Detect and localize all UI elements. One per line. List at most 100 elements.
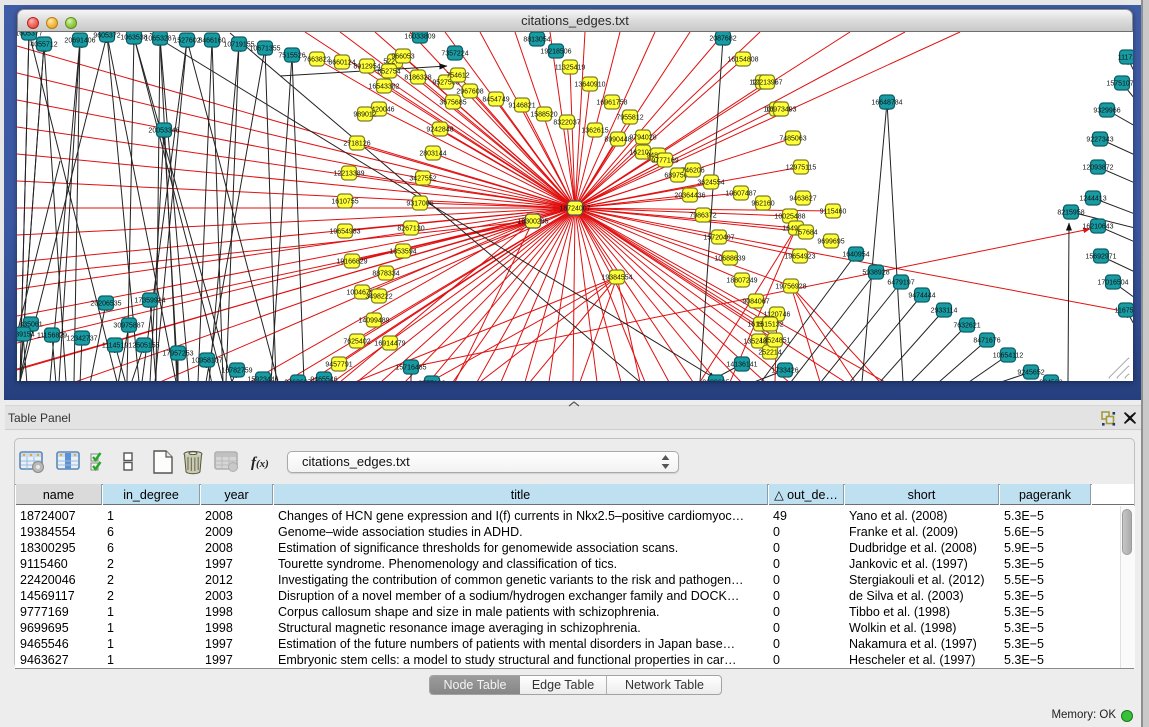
svg-text:7986372: 7986372 (689, 213, 716, 220)
svg-text:962160: 962160 (751, 201, 774, 208)
svg-text:9115460: 9115460 (820, 209, 847, 216)
svg-text:10025488: 10025488 (774, 214, 805, 221)
svg-text:1610755: 1610755 (331, 199, 358, 206)
svg-text:1733426: 1733426 (771, 368, 798, 375)
svg-text:10671355: 10671355 (249, 46, 280, 53)
svg-text:2933114: 2933114 (931, 308, 958, 315)
svg-text:1244413: 1244413 (1079, 196, 1106, 203)
svg-text:20206535: 20206535 (90, 301, 121, 308)
svg-text:16210643: 16210643 (1082, 224, 1113, 231)
svg-text:10654112: 10654112 (993, 353, 1024, 360)
svg-text:19654923: 19654923 (784, 254, 815, 261)
svg-text:2803144: 2803144 (419, 151, 446, 158)
svg-text:9777169: 9777169 (418, 381, 445, 382)
svg-text:1588520: 1588520 (530, 112, 557, 119)
svg-text:1362615: 1362615 (581, 128, 608, 135)
svg-text:116753: 116753 (1115, 308, 1133, 315)
svg-text:7515526: 7515526 (278, 53, 305, 60)
svg-text:17359924: 17359924 (134, 298, 165, 305)
svg-text:9084067: 9084067 (742, 299, 769, 306)
svg-text:16154808: 16154808 (727, 57, 758, 64)
svg-text:18807249: 18807249 (726, 278, 757, 285)
svg-text:16033809: 16033809 (404, 34, 435, 41)
svg-text:1640954: 1640954 (842, 252, 869, 259)
svg-text:7485063: 7485063 (779, 136, 806, 143)
svg-text:10958107: 10958107 (191, 358, 222, 365)
svg-text:939154: 939154 (17, 332, 35, 339)
svg-text:3675685: 3675685 (439, 100, 466, 107)
svg-text:8813054: 8813054 (523, 37, 550, 44)
svg-text:9699695: 9699695 (817, 239, 844, 246)
svg-text:19384554: 19384554 (601, 275, 632, 282)
svg-text:3498222: 3498222 (365, 294, 392, 301)
svg-text:16543382: 16543382 (368, 84, 399, 91)
svg-text:1527602: 1527602 (173, 38, 200, 45)
svg-text:11172: 11172 (1118, 55, 1133, 62)
svg-text:11325419: 11325419 (555, 65, 586, 72)
svg-text:8454749: 8454749 (482, 97, 509, 104)
svg-text:852754: 852754 (377, 69, 400, 76)
svg-text:9777169: 9777169 (651, 158, 678, 165)
svg-text:10688639: 10688639 (714, 256, 745, 263)
svg-text:11156829: 11156829 (37, 333, 67, 340)
svg-text:8471676: 8471676 (973, 338, 1000, 345)
svg-text:989012: 989012 (353, 112, 376, 119)
svg-text:16961758: 16961758 (596, 100, 627, 107)
svg-text:12505155: 12505155 (128, 343, 159, 350)
svg-text:13640910: 13640910 (574, 82, 605, 89)
svg-text:17016504: 17016504 (1097, 280, 1128, 287)
svg-text:15751074: 15751074 (1106, 81, 1133, 88)
svg-text:9465546: 9465546 (310, 377, 337, 382)
svg-text:9245652: 9245652 (1017, 370, 1044, 377)
svg-text:746206: 746206 (681, 168, 704, 175)
svg-text:12213389: 12213389 (333, 171, 364, 178)
svg-text:8267130: 8267130 (397, 226, 424, 233)
svg-text:2087682: 2087682 (709, 36, 736, 43)
svg-text:16782759: 16782759 (221, 368, 252, 375)
svg-text:16648784: 16648784 (871, 100, 902, 107)
svg-text:1615132: 1615132 (756, 322, 783, 329)
svg-text:7625402: 7625402 (343, 339, 370, 346)
svg-text:15720407: 15720407 (703, 235, 734, 242)
svg-text:10973493: 10973493 (765, 107, 796, 114)
svg-text:20053346: 20053346 (148, 128, 179, 135)
svg-text:252214: 252214 (758, 350, 781, 357)
svg-text:8878334: 8878334 (372, 271, 399, 278)
svg-text:6479197: 6479197 (887, 280, 914, 287)
svg-text:9474444: 9474444 (908, 293, 935, 300)
svg-text:5938928: 5938928 (862, 270, 889, 277)
svg-text:13524851: 13524851 (759, 338, 790, 345)
svg-text:12213967: 12213967 (751, 80, 782, 87)
svg-text:18300295: 18300295 (517, 219, 548, 226)
svg-text:14136141: 14136141 (726, 362, 757, 369)
svg-text:7955812: 7955812 (616, 115, 643, 122)
svg-text:19654983: 19654983 (329, 229, 360, 236)
svg-text:754612: 754612 (446, 73, 469, 80)
svg-text:8186328: 8186328 (404, 75, 431, 82)
svg-text:15923446: 15923446 (247, 377, 278, 382)
svg-text:9242848: 9242848 (426, 127, 453, 134)
svg-text:15692971: 15692971 (1085, 254, 1116, 261)
svg-text:10607487: 10607487 (725, 191, 756, 198)
svg-text:20364436: 20364436 (674, 193, 705, 200)
svg-text:19756928: 19756928 (775, 284, 806, 291)
svg-text:8660124: 8660124 (328, 60, 355, 67)
svg-text:16914479: 16914479 (374, 341, 405, 348)
svg-text:7663822: 7663822 (303, 57, 330, 64)
svg-text:12342737: 12342737 (66, 336, 97, 343)
svg-text:757684: 757684 (794, 230, 817, 237)
svg-text:10653287: 10653287 (144, 36, 175, 43)
svg-text:966053: 966053 (391, 54, 414, 61)
svg-text:9457791: 9457791 (325, 362, 352, 369)
svg-text:20691406: 20691406 (64, 38, 95, 45)
svg-text:7632621: 7632621 (953, 323, 980, 330)
svg-text:1353594: 1353594 (389, 249, 416, 256)
svg-text:17957253: 17957253 (162, 351, 193, 358)
svg-text:8466160: 8466160 (198, 38, 225, 45)
svg-text:14099489: 14099489 (358, 318, 389, 325)
svg-text:2718126: 2718126 (343, 141, 370, 148)
svg-text:15716485: 15716485 (395, 365, 426, 372)
svg-text:9463627: 9463627 (789, 196, 816, 203)
svg-text:1114519: 1114519 (102, 343, 128, 350)
svg-text:9699695: 9699695 (702, 380, 729, 382)
